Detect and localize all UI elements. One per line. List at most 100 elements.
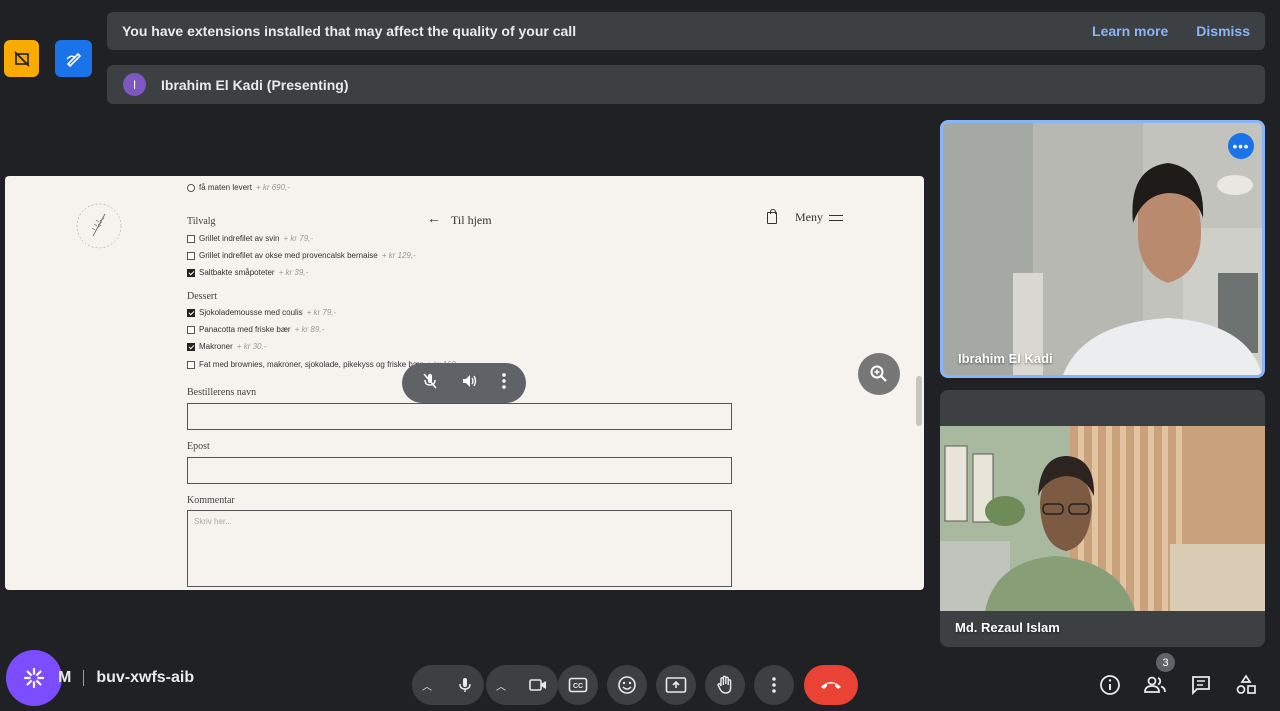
chevron-up-icon[interactable]: ︿ bbox=[422, 678, 432, 693]
checkbox-checked[interactable] bbox=[187, 308, 195, 317]
hand-icon bbox=[717, 675, 732, 694]
comment-field-label: Kommentar bbox=[187, 495, 235, 506]
presentation-controls bbox=[402, 363, 526, 403]
zoom-in-button[interactable] bbox=[858, 353, 900, 395]
home-link[interactable]: ← Til hjem bbox=[427, 212, 492, 228]
svg-text:CC: CC bbox=[573, 683, 583, 690]
divider bbox=[83, 670, 85, 686]
more-options-button[interactable] bbox=[754, 665, 794, 705]
extension-banner: You have extensions installed that may a… bbox=[107, 12, 1265, 50]
comment-placeholder: Skriv her... bbox=[194, 517, 232, 526]
shopping-bag-icon[interactable] bbox=[767, 208, 777, 224]
scrollbar-thumb[interactable] bbox=[916, 376, 922, 426]
dessert-heading: Dessert bbox=[187, 291, 217, 302]
emoji-icon bbox=[618, 676, 636, 694]
home-link-label: Til hjem bbox=[451, 212, 492, 227]
email-input[interactable] bbox=[187, 457, 732, 484]
comment-textarea[interactable]: Skriv her... bbox=[187, 510, 732, 587]
chat-icon bbox=[1192, 676, 1210, 696]
microphone-control[interactable]: ︿ bbox=[412, 665, 484, 705]
meeting-time: M bbox=[58, 669, 72, 686]
option-label: få maten levert bbox=[199, 183, 252, 192]
option-delivery[interactable]: få maten levert + kr 690,- bbox=[187, 183, 290, 192]
sparkle-icon bbox=[23, 667, 45, 689]
dessert-item[interactable]: Sjokolademousse med coulis + kr 79,- bbox=[187, 308, 336, 317]
participant-options-button[interactable]: ••• bbox=[1228, 133, 1254, 159]
tillegg-item[interactable]: Grillet indrefilet av okse med provencal… bbox=[187, 251, 416, 260]
dismiss-button[interactable]: Dismiss bbox=[1196, 23, 1250, 39]
dessert-item[interactable]: Makroner + kr 30,- bbox=[187, 342, 266, 351]
reactions-button[interactable] bbox=[607, 665, 647, 705]
option-label: Grillet indrefilet av svin bbox=[199, 234, 280, 243]
checkbox[interactable] bbox=[187, 325, 195, 334]
checkbox[interactable] bbox=[187, 251, 195, 260]
checkbox-checked[interactable] bbox=[187, 342, 195, 351]
menu-label: Meny bbox=[795, 210, 823, 224]
dessert-item[interactable]: Panacotta med friske bær + kr 89,- bbox=[187, 325, 324, 334]
banner-message: You have extensions installed that may a… bbox=[122, 23, 577, 39]
menu-button[interactable]: Meny bbox=[795, 210, 843, 225]
option-label: Sjokolademousse med coulis bbox=[199, 308, 303, 317]
present-screen-button[interactable] bbox=[656, 665, 696, 705]
option-label: Grillet indrefilet av okse med provencal… bbox=[199, 251, 378, 260]
more-options-icon[interactable] bbox=[501, 372, 507, 395]
camera-icon[interactable] bbox=[528, 676, 548, 694]
checkbox[interactable] bbox=[187, 360, 195, 369]
presenter-label: Ibrahim El Kadi (Presenting) bbox=[161, 76, 349, 93]
microphone-icon[interactable] bbox=[456, 676, 474, 694]
camera-control[interactable]: ︿ bbox=[486, 665, 558, 705]
option-price: + kr 79,- bbox=[306, 308, 337, 317]
participant-name: Ibrahim El Kadi bbox=[958, 351, 1053, 366]
hamburger-icon bbox=[829, 215, 843, 222]
activities-button[interactable] bbox=[1233, 672, 1259, 698]
volume-icon[interactable] bbox=[461, 372, 479, 395]
option-price: + kr 89,- bbox=[294, 325, 325, 334]
zoom-in-icon bbox=[870, 365, 887, 382]
name-input[interactable] bbox=[187, 403, 732, 430]
present-screen-icon bbox=[665, 677, 687, 693]
tillegg-item[interactable]: Grillet indrefilet av svin + kr 79,- bbox=[187, 234, 313, 243]
checkbox[interactable] bbox=[187, 234, 195, 243]
learn-more-link[interactable]: Learn more bbox=[1092, 23, 1168, 39]
participant-video bbox=[943, 123, 1262, 375]
tillegg-heading: Tilvalg bbox=[187, 216, 216, 227]
more-vert-icon bbox=[772, 677, 776, 693]
extension-warning-icon[interactable] bbox=[4, 40, 39, 77]
name-field-label: Bestillerens navn bbox=[187, 387, 257, 398]
chat-button[interactable] bbox=[1188, 672, 1214, 698]
participant-tile[interactable]: Md. Rezaul Islam bbox=[940, 390, 1265, 647]
participant-name: Md. Rezaul Islam bbox=[955, 620, 1060, 635]
mute-presentation-audio-icon[interactable] bbox=[421, 372, 439, 395]
leave-call-button[interactable] bbox=[804, 665, 858, 705]
raise-hand-button[interactable] bbox=[705, 665, 745, 705]
people-count-badge: 3 bbox=[1156, 653, 1175, 672]
meeting-info-button[interactable] bbox=[1097, 672, 1123, 698]
meeting-code: buv-xwfs-aib bbox=[96, 669, 195, 686]
email-field-label: Epost bbox=[187, 441, 210, 452]
option-price: + kr 690,- bbox=[255, 183, 290, 192]
people-icon bbox=[1144, 676, 1166, 693]
info-icon bbox=[1100, 675, 1120, 695]
annotate-pen-icon[interactable] bbox=[55, 40, 92, 77]
option-label: Saltbakte småpoteter bbox=[199, 268, 275, 277]
captions-button[interactable]: CC bbox=[558, 665, 598, 705]
restaurant-logo bbox=[76, 203, 122, 249]
option-label: Makroner bbox=[199, 342, 233, 351]
option-price: + kr 79,- bbox=[283, 234, 314, 243]
people-button[interactable] bbox=[1142, 672, 1168, 698]
captions-icon: CC bbox=[568, 677, 588, 693]
participant-video bbox=[940, 426, 1265, 611]
end-call-icon bbox=[821, 682, 841, 689]
arrow-left-icon: ← bbox=[427, 212, 441, 227]
presenter-avatar: I bbox=[123, 73, 146, 96]
option-label: Fat med brownies, makroner, sjokolade, p… bbox=[199, 360, 423, 369]
checkbox-checked[interactable] bbox=[187, 268, 195, 277]
participant-tile[interactable]: ••• Ibrahim El Kadi bbox=[940, 120, 1265, 378]
option-price: + kr 30,- bbox=[236, 342, 267, 351]
ai-companion-button[interactable] bbox=[6, 650, 62, 706]
tillegg-item[interactable]: Saltbakte småpoteter + kr 39,- bbox=[187, 268, 308, 277]
option-label: Panacotta med friske bær bbox=[199, 325, 291, 334]
chevron-up-icon[interactable]: ︿ bbox=[496, 678, 506, 693]
radio-icon[interactable] bbox=[187, 183, 195, 192]
option-price: + kr 129,- bbox=[381, 251, 416, 260]
